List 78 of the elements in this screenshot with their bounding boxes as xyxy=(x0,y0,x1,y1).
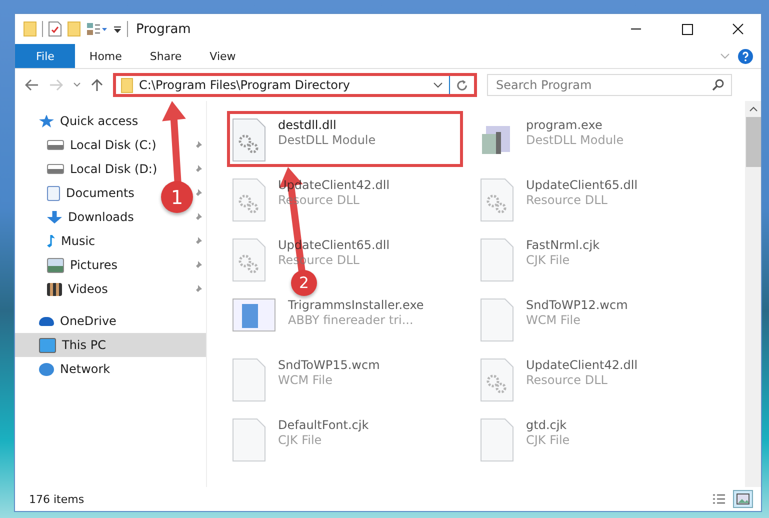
large-icons-view-icon[interactable] xyxy=(733,490,753,508)
expand-ribbon-icon[interactable] xyxy=(720,52,730,60)
address-bar[interactable]: C:\Program Files\Program Directory xyxy=(113,73,477,97)
blank-file-icon xyxy=(480,238,514,282)
search-icon xyxy=(712,79,724,91)
new-folder-icon[interactable] xyxy=(67,21,81,37)
file-name: TrigrammsInstaller.exe xyxy=(288,298,424,312)
file-type: CJK File xyxy=(526,253,571,267)
sidebar-item[interactable]: Videos xyxy=(15,277,116,301)
recent-caret-icon[interactable] xyxy=(73,82,81,88)
music-note-icon xyxy=(47,234,55,248)
up-arrow-icon[interactable] xyxy=(91,78,103,92)
sidebar-item[interactable]: This PC xyxy=(15,333,206,357)
file-type: WCM File xyxy=(526,313,582,327)
gear-file-icon xyxy=(232,118,266,162)
ribbon-tab[interactable]: File xyxy=(15,44,76,68)
file-name: SndToWP15.wcm xyxy=(278,358,380,372)
search-field[interactable]: Search Program xyxy=(487,74,732,96)
help-icon[interactable] xyxy=(738,48,753,64)
scrollbar-thumb[interactable] xyxy=(746,117,760,167)
file-type: ABBY finereader tri... xyxy=(288,313,414,327)
gear-file-icon xyxy=(232,238,266,282)
sidebar-item[interactable]: Music xyxy=(15,229,104,253)
dropdown-caret-icon[interactable] xyxy=(433,81,443,89)
view-options-icon[interactable] xyxy=(86,22,108,36)
folder-icon xyxy=(121,78,133,92)
sidebar-item[interactable]: Documents xyxy=(15,181,142,205)
sidebar-item[interactable]: Pictures xyxy=(15,253,126,277)
cloud-icon xyxy=(39,316,54,326)
film-icon xyxy=(47,282,62,296)
picture-icon xyxy=(47,258,64,272)
file-type: DestDLL Module xyxy=(278,133,376,147)
folder-icon[interactable] xyxy=(23,21,37,37)
item-count: 176 items xyxy=(29,492,84,506)
drive-icon xyxy=(47,140,64,150)
file-type: CJK File xyxy=(278,433,323,447)
gear-file-icon xyxy=(480,358,514,402)
file-name: SndToWP12.wcm xyxy=(526,298,628,312)
blank-file-icon xyxy=(232,358,266,402)
file-type: DestDLL Module xyxy=(526,133,624,147)
blank-file-icon xyxy=(480,298,514,342)
gear-file-icon xyxy=(232,178,266,222)
file-type: Resource DLL xyxy=(526,193,608,207)
customize-caret-icon[interactable] xyxy=(113,24,122,34)
blank-file-icon xyxy=(480,418,514,462)
monitor-icon xyxy=(39,338,56,352)
file-type: Resource DLL xyxy=(526,373,608,387)
back-arrow-icon[interactable] xyxy=(25,79,39,91)
sidebar-item[interactable]: Quick access xyxy=(15,109,206,133)
file-name: DefaultFont.cjk xyxy=(278,418,369,432)
ribbon-tab[interactable]: View xyxy=(196,44,250,68)
file-type: CJK File xyxy=(526,433,570,447)
network-icon xyxy=(39,362,54,376)
sidebar-item[interactable]: Network xyxy=(15,357,206,381)
address-path: C:\Program Files\Program Directory xyxy=(139,78,352,92)
file-name: gtd.cjk xyxy=(526,418,568,432)
file-name: FastNrml.cjk xyxy=(526,238,600,252)
file-name: UpdateClient65.dll xyxy=(526,178,638,192)
file-type: WCM File xyxy=(278,373,334,387)
document-icon xyxy=(47,186,60,200)
file-name: program.exe xyxy=(526,118,604,132)
sidebar-item[interactable]: Downloads xyxy=(15,205,142,229)
sidebar-item[interactable]: OneDrive xyxy=(15,309,206,333)
sidebar-item[interactable]: Local Disk (C:) xyxy=(15,133,164,157)
scroll-up-icon[interactable] xyxy=(748,106,758,112)
sidebar-item[interactable]: Local Disk (D:) xyxy=(15,157,166,181)
blank-file-icon xyxy=(232,418,266,462)
drive-icon xyxy=(47,164,64,174)
scrollbar[interactable] xyxy=(745,101,761,487)
window-icon xyxy=(232,298,276,332)
window-title: Program xyxy=(136,22,191,36)
ribbon-tab[interactable]: Share xyxy=(136,44,196,68)
refresh-icon[interactable] xyxy=(456,78,469,92)
properties-icon[interactable] xyxy=(48,21,62,37)
file-name: destdll.dll xyxy=(278,118,338,132)
ribbon-tab[interactable]: Home xyxy=(75,44,136,68)
file-name: UpdateClient42.dll xyxy=(526,358,638,372)
gear-file-icon xyxy=(480,178,514,222)
